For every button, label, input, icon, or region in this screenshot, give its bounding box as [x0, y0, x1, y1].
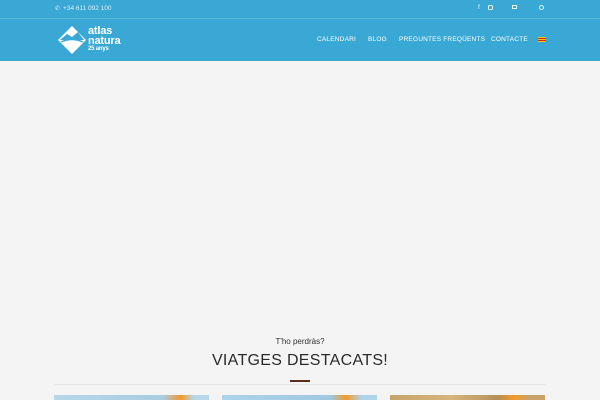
- nav-item-blog[interactable]: BLOG: [368, 36, 387, 43]
- featured-kicker: T'ho perdràs?: [275, 337, 325, 346]
- logo-mountain-icon: [58, 26, 86, 54]
- hero-banner: [0, 61, 600, 301]
- top-bar: ✆ +34 611 092 100 f: [0, 0, 600, 19]
- facebook-icon[interactable]: f: [478, 4, 480, 11]
- search-icon[interactable]: [539, 4, 544, 12]
- logo-text: atlas natura 25 anys: [88, 26, 121, 53]
- catalan-flag-icon[interactable]: [538, 37, 546, 42]
- nav-item-contacte[interactable]: CONTACTE: [491, 36, 528, 43]
- phone-link[interactable]: ✆ +34 611 092 100: [55, 5, 112, 12]
- trip-card[interactable]: [390, 395, 545, 400]
- site-header: ✆ +34 611 092 100 f atlas natura 25 anys…: [0, 0, 600, 61]
- title-underline: [290, 380, 310, 382]
- featured-title: VIATGES DESTACATS!: [211, 352, 389, 369]
- section-divider: [55, 384, 545, 385]
- logo-line-3: 25 anys: [88, 46, 109, 52]
- logo-line-2: natura: [88, 35, 121, 47]
- phone-number: +34 611 092 100: [63, 5, 112, 12]
- instagram-icon[interactable]: [488, 4, 493, 12]
- site-logo[interactable]: atlas natura 25 anys: [57, 25, 137, 55]
- nav-item-calendari[interactable]: CALENDARI: [317, 36, 356, 43]
- nav-item-faq[interactable]: PREGUNTES FREQÜENTS: [399, 36, 485, 43]
- trip-card[interactable]: [54, 395, 209, 400]
- phone-icon: ✆: [55, 6, 61, 12]
- cart-icon[interactable]: [512, 4, 517, 11]
- trip-card[interactable]: [222, 395, 377, 400]
